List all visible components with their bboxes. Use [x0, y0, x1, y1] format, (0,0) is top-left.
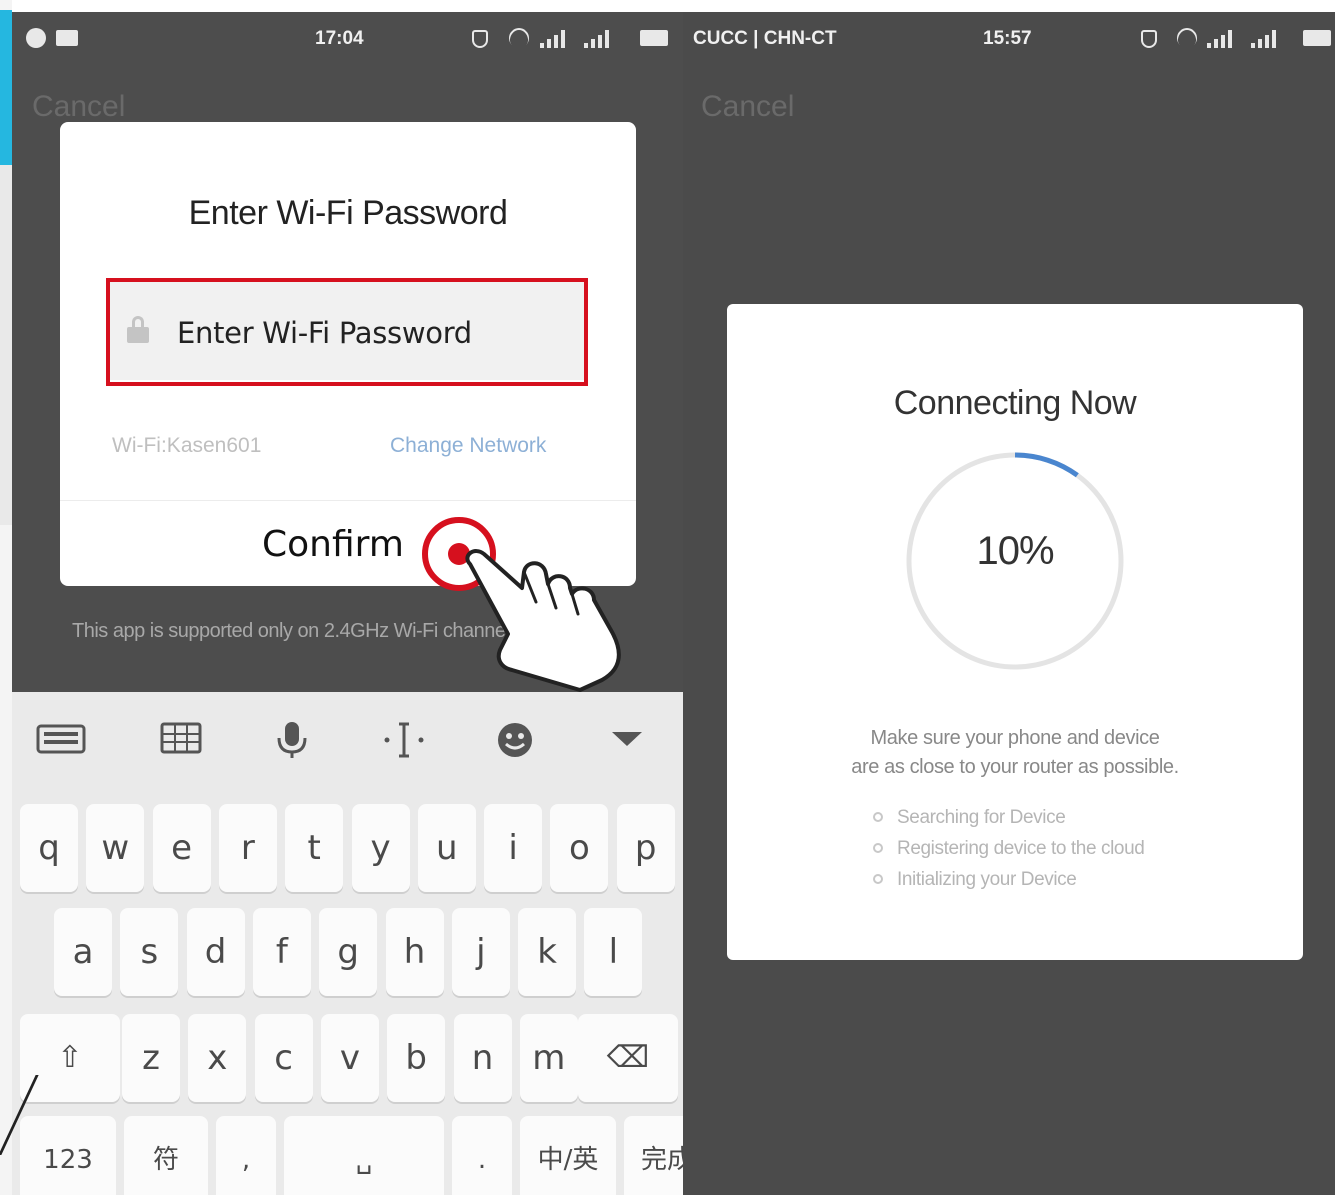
- step-item: Initializing your Device: [873, 864, 1144, 895]
- key-i[interactable]: i: [484, 804, 543, 892]
- gray-accent: [0, 165, 12, 525]
- top-margin: [12, 0, 1335, 12]
- key-a[interactable]: a: [54, 908, 112, 996]
- dialog-divider: [60, 500, 636, 501]
- key-x[interactable]: x: [188, 1014, 247, 1102]
- battery-icon: [1303, 30, 1331, 46]
- key-l[interactable]: l: [584, 908, 643, 996]
- pointing-hand-icon: [465, 549, 621, 692]
- key-d[interactable]: d: [186, 908, 245, 996]
- key-c[interactable]: c: [254, 1014, 313, 1102]
- proximity-hint: Make sure your phone and device are as c…: [727, 724, 1303, 782]
- step-item: Registering device to the cloud: [873, 833, 1145, 864]
- left-phone-screen: 17:04 Cancel Enter Wi-Fi Password Enter …: [12, 12, 683, 1195]
- key-e[interactable]: e: [152, 804, 211, 892]
- backspace-key[interactable]: ⌫: [578, 1014, 678, 1102]
- done-key[interactable]: 完成: [624, 1116, 683, 1195]
- step-item: Searching for Device: [873, 802, 1144, 833]
- hint-line-2: are as close to your router as possible.: [851, 756, 1179, 778]
- key-n[interactable]: n: [453, 1014, 512, 1102]
- key-j[interactable]: j: [451, 908, 510, 996]
- key-z[interactable]: z: [122, 1014, 180, 1102]
- microphone-icon[interactable]: [267, 720, 317, 758]
- key-r[interactable]: r: [218, 804, 277, 892]
- space-key[interactable]: ␣: [284, 1116, 444, 1195]
- emoji-icon[interactable]: [490, 720, 540, 757]
- language-switch-key[interactable]: 中/英: [520, 1116, 616, 1195]
- wifi-icon: [1177, 28, 1195, 46]
- key-b[interactable]: b: [387, 1014, 446, 1102]
- status-bar-left: 17:04: [12, 12, 683, 64]
- key-g[interactable]: g: [319, 908, 378, 996]
- key-v[interactable]: v: [320, 1014, 379, 1102]
- keyboard-toolbar: [12, 692, 683, 792]
- shield-icon: [1141, 30, 1157, 48]
- signal-icon: [1207, 30, 1237, 48]
- dialog-title: Enter Wi-Fi Password: [188, 194, 508, 232]
- connection-steps: Searching for Device Registering device …: [873, 802, 1145, 895]
- right-phone-screen: CUCC | CHN-CT 15:57 Cancel Connecting No…: [683, 12, 1335, 1195]
- collapse-keyboard-icon[interactable]: [602, 720, 652, 756]
- wifi-network-name: Wi-Fi:Kasen601: [112, 434, 262, 457]
- key-f[interactable]: f: [252, 908, 311, 996]
- progress-percent: 10%: [976, 529, 1054, 573]
- key-h[interactable]: h: [385, 908, 444, 996]
- numbers-key[interactable]: 123: [20, 1116, 116, 1195]
- key-s[interactable]: s: [120, 908, 179, 996]
- signal-icon: [540, 30, 570, 48]
- soft-keyboard: q w e r t y u i o p a s d f g h j k l ⇧ z x c v b n m ⌫ 123 符, ␣. 中/英 完成: [12, 692, 683, 1195]
- change-network-link[interactable]: Change Network: [390, 434, 546, 458]
- password-field-highlight: [106, 278, 588, 386]
- key-p[interactable]: p: [616, 804, 675, 892]
- message-icon: [56, 30, 78, 46]
- cancel-button[interactable]: Cancel: [701, 90, 794, 124]
- symbols-key[interactable]: 符: [124, 1116, 208, 1195]
- comma-key[interactable]: ,: [216, 1116, 276, 1195]
- key-m[interactable]: m: [519, 1014, 578, 1102]
- signal-icon-2: [1251, 30, 1281, 48]
- keyboard-icon[interactable]: [36, 720, 86, 756]
- signal-icon-2: [584, 30, 614, 48]
- hint-line-1: Make sure your phone and device: [870, 727, 1160, 749]
- cancel-button[interactable]: Cancel: [32, 90, 125, 124]
- confirm-button[interactable]: Confirm: [262, 524, 404, 565]
- band-support-note: This app is supported only on 2.4GHz Wi-…: [72, 620, 510, 642]
- status-bar-right: CUCC | CHN-CT 15:57: [683, 12, 1335, 64]
- key-o[interactable]: o: [550, 804, 609, 892]
- shield-icon: [472, 30, 488, 48]
- key-t[interactable]: t: [285, 804, 344, 892]
- connecting-title: Connecting Now: [893, 384, 1137, 422]
- screenshot-frame: 17:04 Cancel Enter Wi-Fi Password Enter …: [0, 0, 1335, 1195]
- key-q[interactable]: q: [20, 804, 78, 892]
- battery-icon: [640, 30, 668, 46]
- wifi-icon: [509, 28, 527, 46]
- cursor-icon[interactable]: [379, 720, 429, 758]
- shift-key[interactable]: ⇧: [20, 1014, 120, 1102]
- key-w[interactable]: w: [86, 804, 145, 892]
- period-key[interactable]: .: [452, 1116, 512, 1195]
- key-y[interactable]: y: [351, 804, 410, 892]
- key-k[interactable]: k: [518, 908, 577, 996]
- cyan-accent: [0, 10, 12, 165]
- left-edge-strip: [0, 0, 12, 1195]
- key-u[interactable]: u: [417, 804, 476, 892]
- status-time: 17:04: [315, 28, 364, 49]
- status-time: 15:57: [983, 28, 1032, 49]
- grid-icon[interactable]: [156, 720, 206, 756]
- connecting-card: Connecting Now 10% Make sure your phone …: [727, 304, 1303, 960]
- carrier-label: CUCC | CHN-CT: [693, 28, 837, 49]
- notification-icon: [26, 28, 46, 48]
